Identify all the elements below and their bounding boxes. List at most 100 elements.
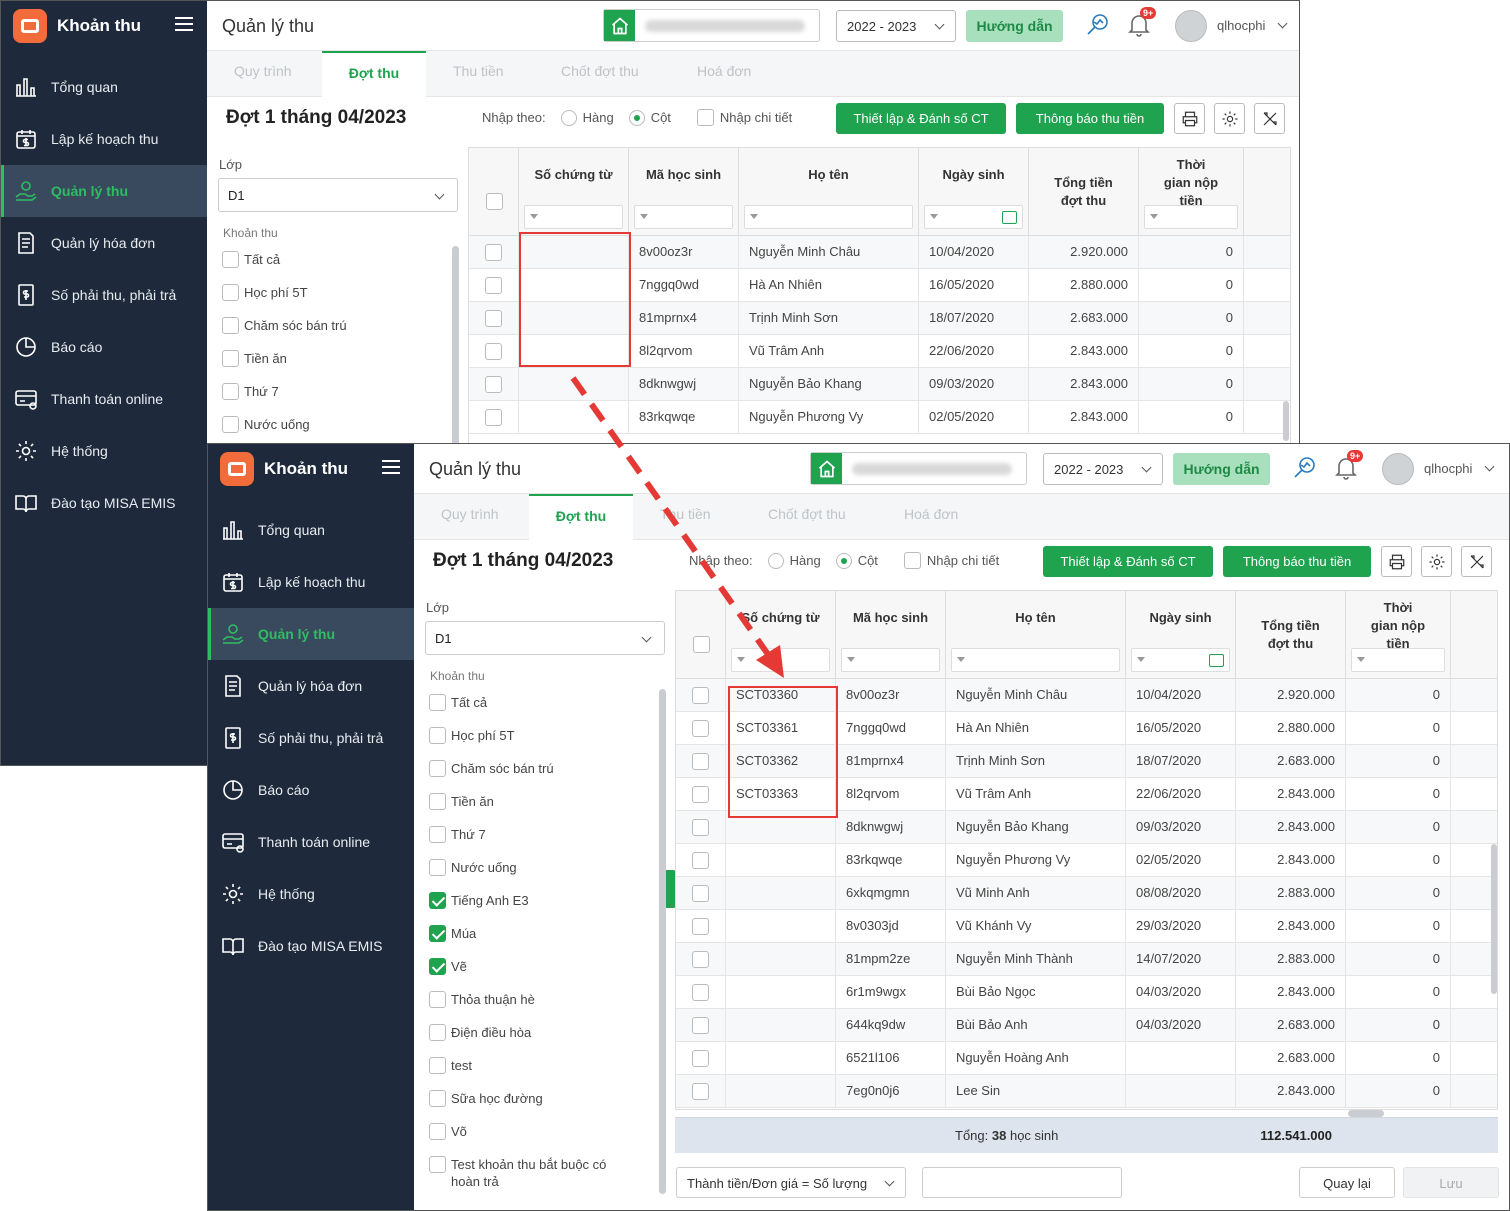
table-row[interactable]: 83rkqwqe Nguyễn Phương Vy 02/05/2020 2.843.… xyxy=(676,844,1497,877)
row-checkbox[interactable] xyxy=(692,1050,709,1067)
detail-input-checkbox[interactable] xyxy=(696,109,714,126)
school-year-select[interactable]: 2022 - 2023 xyxy=(1043,453,1163,485)
sidebar-item-6[interactable]: Thanh toán online xyxy=(1,373,207,425)
row-checkbox[interactable] xyxy=(692,753,709,770)
cell-so_ct[interactable] xyxy=(726,1075,836,1108)
row-select[interactable] xyxy=(469,401,519,434)
fee-filter-item[interactable]: test xyxy=(429,1057,472,1074)
radio-hang[interactable] xyxy=(767,552,784,569)
table-row[interactable]: 81mpm2ze Nguyễn Minh Thành 14/07/2020 2.883… xyxy=(676,943,1497,976)
fee-checkbox[interactable] xyxy=(222,251,239,268)
grid-scrollbar[interactable] xyxy=(1283,401,1289,441)
fee-filter-item[interactable]: Điện điều hòa xyxy=(429,1024,531,1041)
guide-button[interactable]: Hướng dẫn xyxy=(966,10,1063,42)
fee-filter-item[interactable]: Tiếng Anh E3 xyxy=(429,892,529,909)
tab-0[interactable]: Quy trình xyxy=(234,51,292,97)
fee-filter-item[interactable]: Chăm sóc bán trú xyxy=(222,317,347,334)
fee-checkbox[interactable] xyxy=(222,416,239,433)
column-filter-input[interactable] xyxy=(524,205,623,229)
sidebar-item-3[interactable]: Quản lý hóa đơn xyxy=(1,217,207,269)
row-select[interactable] xyxy=(676,976,726,1009)
row-select[interactable] xyxy=(469,236,519,269)
sidebar-item-4[interactable]: Số phải thu, phải trả xyxy=(1,269,207,321)
sidebar-item-4[interactable]: Số phải thu, phải trả xyxy=(208,712,414,764)
notification-bell-icon[interactable]: 9+ xyxy=(1333,450,1364,481)
row-select[interactable] xyxy=(676,877,726,910)
fee-filter-item[interactable]: Múa xyxy=(429,925,476,942)
row-select[interactable] xyxy=(469,302,519,335)
table-row[interactable]: 6521l106 Nguyễn Hoàng Anh 2.683.000 0 xyxy=(676,1042,1497,1075)
row-select[interactable] xyxy=(676,910,726,943)
fee-filter-item[interactable]: Thỏa thuận hè xyxy=(429,991,535,1008)
fee-checkbox[interactable] xyxy=(429,1156,446,1173)
row-checkbox[interactable] xyxy=(692,819,709,836)
row-checkbox[interactable] xyxy=(692,852,709,869)
activity-icon[interactable] xyxy=(1292,455,1318,481)
row-checkbox[interactable] xyxy=(692,984,709,1001)
row-select[interactable] xyxy=(469,368,519,401)
radio-cot[interactable] xyxy=(835,552,852,569)
back-button[interactable]: Quay lại xyxy=(1299,1167,1395,1198)
tab-3[interactable]: Chốt đợt thu xyxy=(561,51,639,97)
sidebar-item-5[interactable]: Báo cáo xyxy=(1,321,207,373)
sidebar-item-1[interactable]: Lập kế hoạch thu xyxy=(1,113,207,165)
tab-3[interactable]: Chốt đợt thu xyxy=(768,494,846,540)
row-select[interactable] xyxy=(676,679,726,712)
filter-scrollbar[interactable] xyxy=(452,246,459,446)
table-row[interactable]: 6xkqmgmn Vũ Minh Anh 08/08/2020 2.883.000 0 xyxy=(676,877,1497,910)
cell-so_ct[interactable] xyxy=(726,1042,836,1075)
cell-so_ct[interactable] xyxy=(726,1009,836,1042)
select-all-checkbox[interactable] xyxy=(693,636,710,653)
user-name[interactable]: qlhocphi xyxy=(1217,18,1265,33)
cell-so_ct[interactable] xyxy=(726,943,836,976)
row-select[interactable] xyxy=(676,745,726,778)
fee-checkbox[interactable] xyxy=(429,727,446,744)
radio-hang-label[interactable]: Hàng xyxy=(583,110,614,125)
menu-toggle-icon[interactable] xyxy=(175,17,193,31)
fee-checkbox[interactable] xyxy=(222,383,239,400)
tab-4[interactable]: Hoá đơn xyxy=(904,494,958,540)
row-checkbox[interactable] xyxy=(692,786,709,803)
column-filter-input[interactable] xyxy=(924,205,1023,229)
cell-so_ct[interactable] xyxy=(726,976,836,1009)
cell-so_ct[interactable] xyxy=(726,844,836,877)
row-checkbox[interactable] xyxy=(485,409,502,426)
fee-checkbox[interactable] xyxy=(429,1123,446,1140)
table-row[interactable]: 8v0303jd Vũ Khánh Vy 29/03/2020 2.843.000 0 xyxy=(676,910,1497,943)
row-select[interactable] xyxy=(676,811,726,844)
radio-cot[interactable] xyxy=(628,109,645,126)
table-row[interactable]: 644kq9dw Bùi Bảo Anh 04/03/2020 2.683.000 0 xyxy=(676,1009,1497,1042)
school-selector[interactable] xyxy=(810,452,1027,485)
row-checkbox[interactable] xyxy=(692,885,709,902)
setup-number-button[interactable]: Thiết lập & Đánh số CT xyxy=(836,103,1006,134)
row-select[interactable] xyxy=(676,1042,726,1075)
payment-notice-button[interactable]: Thông báo thu tiền xyxy=(1223,546,1371,577)
row-select[interactable] xyxy=(676,1009,726,1042)
row-checkbox[interactable] xyxy=(692,687,709,704)
payment-notice-button[interactable]: Thông báo thu tiền xyxy=(1016,103,1164,134)
tab-2[interactable]: Thu tiền xyxy=(660,494,711,540)
fee-filter-item[interactable]: Nước uống xyxy=(429,859,517,876)
notification-bell-icon[interactable]: 9+ xyxy=(1126,7,1157,38)
menu-toggle-icon[interactable] xyxy=(382,460,400,474)
radio-hang[interactable] xyxy=(560,109,577,126)
table-row[interactable]: 8dknwgwj Nguyễn Bảo Khang 09/03/2020 2.843.… xyxy=(469,368,1290,401)
avatar[interactable] xyxy=(1382,453,1414,485)
chevron-down-icon[interactable] xyxy=(1484,461,1495,472)
fee-filter-item[interactable]: Thứ 7 xyxy=(429,826,486,843)
column-filter-input[interactable] xyxy=(841,648,940,672)
row-checkbox[interactable] xyxy=(692,720,709,737)
fee-filter-item[interactable]: Võ xyxy=(429,1123,467,1140)
sidebar-item-6[interactable]: Thanh toán online xyxy=(208,816,414,868)
radio-cot-label[interactable]: Cột xyxy=(651,110,671,125)
setup-number-button[interactable]: Thiết lập & Đánh số CT xyxy=(1043,546,1213,577)
tab-dot-thu[interactable]: Đợt thu xyxy=(322,51,426,97)
calendar-icon[interactable] xyxy=(1002,211,1017,224)
table-row[interactable]: 7eg0n0j6 Lee Sin 2.843.000 0 xyxy=(676,1075,1497,1108)
column-filter-input[interactable] xyxy=(731,648,830,672)
tools-icon[interactable] xyxy=(1254,103,1285,134)
grid-h-scrollbar[interactable] xyxy=(1348,1110,1384,1117)
fee-checkbox[interactable] xyxy=(429,859,446,876)
fee-filter-item[interactable]: Thứ 7 xyxy=(222,383,279,400)
fee-filter-item[interactable]: Học phí 5T xyxy=(429,727,515,744)
